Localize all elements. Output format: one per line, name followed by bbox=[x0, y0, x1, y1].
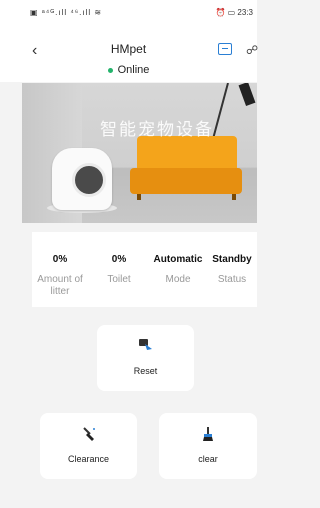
clearance-label: Clearance bbox=[67, 454, 110, 464]
reset-button[interactable]: Reset bbox=[97, 325, 194, 391]
network-status: ▣ ᵃ⁴ᴳ.ıll ⁴⁶.ıll ≋ bbox=[30, 8, 103, 17]
device-info-card: 0% Amount of litter 0% Toilet Automatic … bbox=[32, 232, 257, 307]
clear-button[interactable]: clear bbox=[159, 413, 257, 479]
online-status: Online bbox=[0, 64, 257, 76]
online-dot-icon bbox=[107, 67, 113, 73]
info-cell-litter: 0% Amount of litter bbox=[32, 232, 88, 307]
info-cell-mode: Automatic Mode bbox=[150, 232, 206, 307]
info-cell-toilet: 0% Toilet bbox=[91, 232, 147, 307]
clearance-button[interactable]: Clearance bbox=[40, 413, 137, 479]
lamp-head bbox=[238, 83, 256, 107]
clock-battery: ⏰ ▭ 23:3 bbox=[215, 8, 253, 17]
banner-text: 智能宠物设备 bbox=[100, 120, 214, 140]
clear-label: clear bbox=[198, 454, 218, 464]
reset-label: Reset bbox=[133, 366, 158, 376]
online-label: Online bbox=[117, 64, 150, 76]
info-value: 0% bbox=[52, 254, 68, 265]
info-label: Mode bbox=[165, 274, 191, 285]
info-label: Toilet bbox=[107, 274, 131, 285]
info-cell-status: Standby Status bbox=[207, 232, 257, 307]
reset-icon bbox=[138, 338, 154, 355]
message-icon[interactable] bbox=[218, 43, 232, 55]
clear-icon bbox=[200, 426, 216, 445]
info-label: Amount of litter bbox=[37, 274, 83, 297]
sofa-seat bbox=[130, 168, 242, 194]
brush-svg-icon bbox=[203, 427, 213, 441]
app-header: ‹ HMpet Online ☍ bbox=[0, 40, 258, 82]
info-value: Automatic bbox=[153, 254, 203, 265]
clearance-icon bbox=[81, 426, 97, 445]
sofa-leg bbox=[232, 194, 236, 200]
info-value: Standby bbox=[212, 254, 252, 265]
reset-svg-icon bbox=[138, 339, 152, 350]
status-bar: ▣ ᵃ⁴ᴳ.ıll ⁴⁶.ıll ≋ ⏰ ▭ 23:3 bbox=[0, 0, 257, 40]
device-banner: 智能宠物设备 bbox=[22, 83, 257, 223]
device-window bbox=[72, 163, 106, 197]
sofa-leg bbox=[137, 194, 141, 200]
info-label: Status bbox=[217, 274, 247, 285]
info-value: 0% bbox=[111, 254, 127, 265]
broom-svg-icon bbox=[82, 427, 95, 441]
settings-icon[interactable]: ☍ bbox=[246, 43, 258, 57]
lamp-stem bbox=[211, 83, 229, 142]
